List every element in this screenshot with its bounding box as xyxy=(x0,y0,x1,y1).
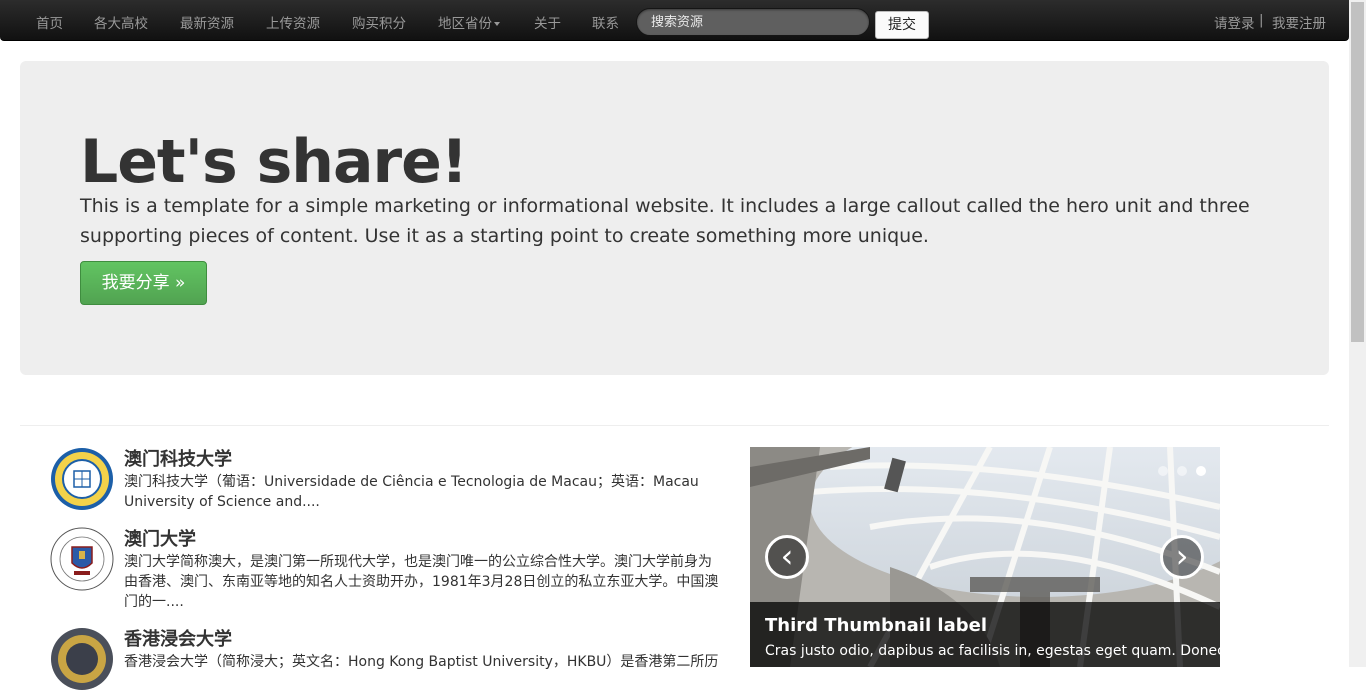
carousel-indicators xyxy=(1154,461,1206,480)
school-name[interactable]: 澳门大学 xyxy=(124,525,196,551)
caret-down-icon xyxy=(494,22,500,26)
school-description: 澳门科技大学（葡语：Universidade de Ciência e Tecn… xyxy=(124,474,699,510)
school-name[interactable]: 香港浸会大学 xyxy=(124,625,232,651)
top-navbar: 首页 各大高校 最新资源 上传资源 购买积分 地区省份 关于 联系 提交 请登录… xyxy=(0,0,1349,41)
nav-latest-resources[interactable]: 最新资源 xyxy=(180,12,234,32)
carousel-caption: Third Thumbnail label Cras justo odio, d… xyxy=(750,602,1220,667)
school-description: 香港浸会大学（简称浸大；英文名：Hong Kong Baptist Univer… xyxy=(124,654,719,670)
must-logo xyxy=(50,447,114,511)
nav-buy-points[interactable]: 购买积分 xyxy=(352,12,406,32)
page-scrollbar[interactable] xyxy=(1349,0,1366,667)
nav-upload-resources[interactable]: 上传资源 xyxy=(266,12,320,32)
nav-contact[interactable]: 联系 xyxy=(592,12,619,32)
login-link[interactable]: 请登录 xyxy=(1214,12,1255,32)
nav-home[interactable]: 首页 xyxy=(36,12,63,32)
caption-text: Cras justo odio, dapibus ac facilisis in… xyxy=(765,643,1220,659)
carousel-dot-1[interactable] xyxy=(1157,466,1168,476)
school-description: 澳门大学简称澳大，是澳门第一所现代大学，也是澳门唯一的公立综合性大学。澳门大学前… xyxy=(124,554,719,610)
school-name[interactable]: 澳门科技大学 xyxy=(124,445,232,471)
caption-title: Third Thumbnail label xyxy=(765,615,987,636)
image-carousel[interactable]: ‹ › Third Thumbnail label Cras justo odi… xyxy=(750,447,1220,667)
hero-title: Let's share! xyxy=(80,127,468,197)
hero-description: This is a template for a simple marketin… xyxy=(80,195,1250,247)
nav-universities[interactable]: 各大高校 xyxy=(94,12,148,32)
nav-region-label: 地区省份 xyxy=(438,16,492,32)
search-input[interactable] xyxy=(636,8,870,36)
carousel-next-icon[interactable]: › xyxy=(1160,535,1204,579)
carousel-dot-2[interactable] xyxy=(1176,466,1187,476)
carousel-dot-3[interactable] xyxy=(1196,466,1206,476)
register-link[interactable]: 我要注册 xyxy=(1272,12,1326,32)
nav-region-dropdown[interactable]: 地区省份 xyxy=(438,12,500,32)
section-divider xyxy=(20,425,1329,426)
auth-separator: | xyxy=(1259,12,1264,28)
share-button[interactable]: 我要分享 » xyxy=(80,261,207,305)
scrollbar-thumb[interactable] xyxy=(1351,2,1364,342)
hkbu-logo xyxy=(50,627,114,691)
submit-button[interactable]: 提交 xyxy=(875,11,929,39)
carousel-prev-icon[interactable]: ‹ xyxy=(765,535,809,579)
hero-unit: Let's share! This is a template for a si… xyxy=(20,61,1329,375)
um-logo xyxy=(50,527,114,591)
nav-about[interactable]: 关于 xyxy=(534,12,561,32)
